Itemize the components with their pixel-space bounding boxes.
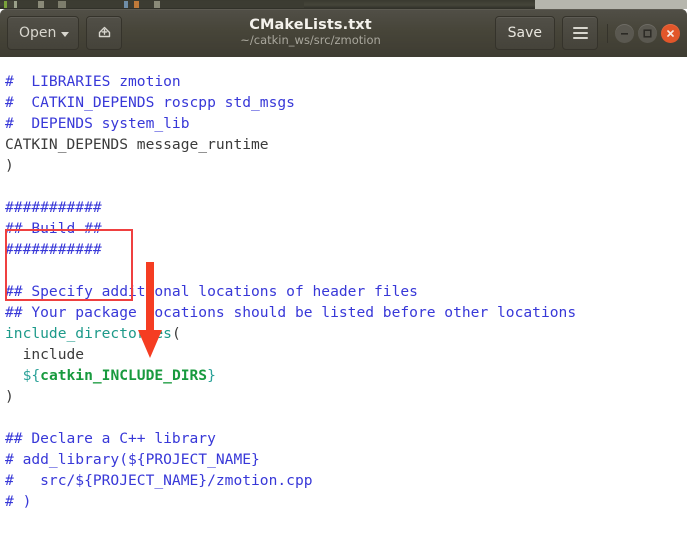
code-line: include_directories( <box>5 323 687 344</box>
gedit-window: Open CMakeLists.txt ~/catkin_ws/src/zmot… <box>0 9 687 535</box>
hamburger-menu-icon <box>572 27 588 29</box>
code-line: # LIBRARIES zmotion <box>5 71 687 92</box>
window-controls <box>607 23 680 43</box>
document-path: ~/catkin_ws/src/zmotion <box>240 33 381 48</box>
code-token-comment: ## Your package locations should be list… <box>5 304 577 321</box>
code-line: ## Your package locations should be list… <box>5 302 687 323</box>
hamburger-menu-button[interactable] <box>562 16 598 50</box>
code-token-comment: # DEPENDS system_lib <box>5 115 190 132</box>
code-token-plain: CATKIN_DEPENDS message_runtime <box>5 136 269 153</box>
code-token-var: catkin_INCLUDE_DIRS <box>40 367 208 384</box>
code-token-func: include_directories <box>5 325 172 342</box>
code-line: # ) <box>5 491 687 512</box>
code-token-comment: ## Declare a C++ library <box>5 430 216 447</box>
document-title: CMakeLists.txt <box>249 17 372 33</box>
desktop-taskbar-remnant <box>4 1 304 8</box>
code-line: ########### <box>5 239 687 260</box>
save-button-label: Save <box>507 25 542 41</box>
code-line: ) <box>5 386 687 407</box>
code-line: # CATKIN_DEPENDS roscpp std_msgs <box>5 92 687 113</box>
code-line: ${catkin_INCLUDE_DIRS} <box>5 365 687 386</box>
code-token-comment: ## Build ## <box>5 220 102 237</box>
code-token-plain: ( <box>171 325 181 342</box>
code-token-comment: # CATKIN_DEPENDS roscpp std_msgs <box>5 94 295 111</box>
code-line: CATKIN_DEPENDS message_runtime <box>5 134 687 155</box>
code-line: ## Declare a C++ library <box>5 428 687 449</box>
chevron-down-icon <box>61 31 70 37</box>
desktop-background-strip <box>0 0 687 9</box>
code-token-comment: # src/${PROJECT_NAME}/zmotion.cpp <box>5 472 313 489</box>
code-token-plain: include <box>5 346 85 363</box>
code-line: # add_library(${PROJECT_NAME} <box>5 449 687 470</box>
new-document-button[interactable] <box>86 16 123 50</box>
hamburger-menu-icon-bar <box>572 32 588 34</box>
code-line: # DEPENDS system_lib <box>5 113 687 134</box>
open-button[interactable]: Open <box>7 16 80 50</box>
text-editor-area[interactable]: # LIBRARIES zmotion # CATKIN_DEPENDS rosc… <box>0 57 687 535</box>
code-token-varsym: } <box>207 367 216 384</box>
code-token-comment: ## Specify additional locations of heade… <box>5 283 418 300</box>
close-button[interactable] <box>661 23 680 43</box>
open-button-label: Open <box>19 25 57 41</box>
maximize-button[interactable] <box>638 23 657 43</box>
minimize-icon <box>621 32 628 35</box>
code-token-comment: # LIBRARIES zmotion <box>5 73 181 90</box>
desktop-panel-remnant <box>535 0 687 9</box>
minimize-button[interactable] <box>615 23 634 43</box>
close-icon <box>667 29 674 37</box>
maximize-icon <box>643 28 652 38</box>
window-titlebar: Open CMakeLists.txt ~/catkin_ws/src/zmot… <box>0 9 687 57</box>
code-token-comment: ########### <box>5 199 102 216</box>
new-document-icon <box>96 23 113 44</box>
code-token-varsym: ${ <box>5 367 41 384</box>
save-button[interactable]: Save <box>494 16 555 50</box>
code-line: ## Specify additional locations of heade… <box>5 281 687 302</box>
window-title-block: CMakeLists.txt ~/catkin_ws/src/zmotion <box>126 18 494 48</box>
code-content: # LIBRARIES zmotion # CATKIN_DEPENDS rosc… <box>5 57 687 535</box>
hamburger-menu-icon-bar <box>572 37 588 39</box>
code-line: # src/${PROJECT_NAME}/zmotion.cpp <box>5 470 687 491</box>
code-line: ## Build ## <box>5 218 687 239</box>
code-token-comment: ########### <box>5 241 102 258</box>
code-token-comment: # add_library(${PROJECT_NAME} <box>5 451 260 468</box>
code-token-plain: ) <box>5 157 14 174</box>
code-line: include <box>5 344 687 365</box>
code-token-comment: # ) <box>5 493 32 510</box>
code-token-plain: ) <box>5 388 14 405</box>
code-line: ) <box>5 155 687 176</box>
code-line: ########### <box>5 197 687 218</box>
